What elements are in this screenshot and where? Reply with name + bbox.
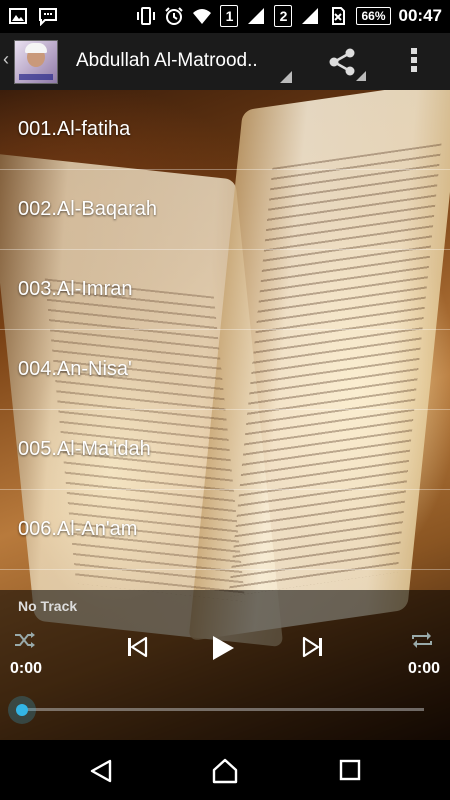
action-bar: ‹ Abdullah Al-Matrood.. — [0, 33, 450, 90]
signal-icon — [248, 8, 265, 24]
track-item[interactable]: 003.Al-Imran — [0, 250, 450, 330]
track-label: 001.Al-fatiha — [18, 118, 131, 140]
seek-bar[interactable] — [26, 708, 424, 711]
sim1-badge: 1 — [220, 5, 239, 27]
home-icon[interactable] — [211, 758, 239, 784]
wifi-icon — [193, 9, 212, 24]
vibrate-icon — [137, 7, 156, 25]
image-icon — [9, 8, 27, 24]
track-item[interactable]: 002.Al-Baqarah — [0, 170, 450, 250]
seek-thumb[interactable] — [8, 696, 36, 724]
now-playing-label: No Track — [18, 598, 78, 614]
back-chevron-icon[interactable]: ‹ — [3, 49, 9, 70]
battery-indicator: 66% — [356, 7, 391, 25]
overflow-menu-icon[interactable] — [402, 45, 426, 77]
share-dropdown-indicator — [356, 71, 366, 81]
track-item[interactable]: 006.Al-An'am — [0, 490, 450, 570]
shuffle-icon[interactable] — [14, 630, 36, 650]
track-list: 001.Al-fatiha 002.Al-Baqarah 003.Al-Imra… — [0, 90, 450, 570]
clock: 00:47 — [398, 6, 442, 25]
track-label: 004.An-Nisa' — [18, 358, 132, 380]
track-item[interactable]: 005.Al-Ma'idah — [0, 410, 450, 490]
track-item[interactable]: 001.Al-fatiha — [0, 90, 450, 170]
overflow-dot — [411, 57, 417, 63]
no-sim-icon — [332, 7, 346, 25]
total-time: 0:00 — [407, 660, 440, 677]
elapsed-time: 0:00 — [10, 660, 43, 677]
overflow-dot — [411, 48, 417, 54]
share-icon[interactable] — [326, 46, 358, 78]
track-label: 002.Al-Baqarah — [18, 198, 157, 220]
play-icon[interactable] — [210, 634, 236, 662]
track-label: 006.Al-An'am — [18, 518, 138, 540]
status-bar: 1 2 66% 00:47 — [0, 0, 450, 33]
track-label: 003.Al-Imran — [18, 278, 133, 300]
next-icon[interactable] — [302, 636, 324, 658]
avatar-cap — [25, 43, 47, 53]
signal-icon — [302, 8, 319, 24]
track-item[interactable]: 004.An-Nisa' — [0, 330, 450, 410]
recents-icon[interactable] — [338, 758, 362, 782]
navigation-bar — [0, 740, 450, 800]
back-icon[interactable] — [88, 758, 114, 784]
system-status-icons: 1 2 66% 00:47 — [136, 5, 442, 27]
notification-icons — [8, 6, 58, 26]
message-icon — [39, 8, 57, 26]
track-list-area: 001.Al-fatiha 002.Al-Baqarah 003.Al-Imra… — [0, 90, 450, 740]
avatar-caption — [19, 74, 53, 80]
overflow-dot — [411, 66, 417, 72]
repeat-icon[interactable] — [410, 630, 434, 650]
previous-icon[interactable] — [126, 636, 148, 658]
media-player: No Track 0:00 0:00 — [0, 590, 450, 740]
sim2-badge: 2 — [274, 5, 293, 27]
alarm-icon — [165, 7, 184, 25]
title-dropdown-indicator — [280, 71, 292, 83]
track-label: 005.Al-Ma'idah — [18, 438, 151, 460]
app-avatar[interactable] — [14, 40, 58, 84]
app-title[interactable]: Abdullah Al-Matrood.. — [76, 50, 276, 72]
